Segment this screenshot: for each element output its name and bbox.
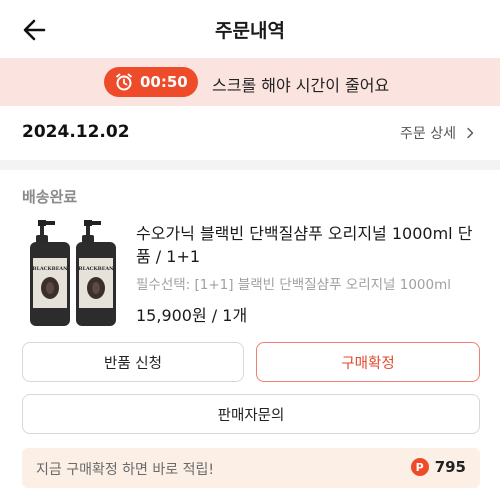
seller-inquiry-button[interactable]: 판매자문의 (22, 394, 480, 434)
return-request-button[interactable]: 반품 신청 (22, 342, 244, 382)
timer-message: 스크롤 해야 시간이 줄어요 (212, 76, 390, 95)
product-price: 15,900원 / 1개 (136, 306, 248, 325)
points-value: 795 (434, 458, 466, 476)
bottle-left: BLACKBEAN (30, 220, 70, 326)
page-title: 주문내역 (215, 20, 285, 42)
scroll-timer-banner: 00:50 스크롤 해야 시간이 줄어요 (0, 58, 500, 106)
reward-message: 지금 구매확정 하면 바로 적립! (36, 462, 214, 478)
product-option: 필수선택: [1+1] 블랙빈 단백질샴푸 오리지널 1000ml (136, 277, 452, 293)
order-date: 2024.12.02 (22, 122, 130, 142)
order-detail-link[interactable]: 주문 상세 (400, 123, 476, 143)
alarm-clock-icon (116, 73, 132, 91)
section-divider (0, 160, 500, 170)
order-detail-label: 주문 상세 (400, 126, 456, 142)
timer-value: 00:50 (140, 73, 188, 91)
reward-banner: 지금 구매확정 하면 바로 적립! P 795 (22, 448, 480, 488)
confirm-purchase-button[interactable]: 구매확정 (256, 342, 480, 382)
point-icon: P (410, 458, 429, 476)
svg-text:BLACKBEAN: BLACKBEAN (79, 266, 115, 272)
product-image[interactable]: BLACKBEAN BLACKBEAN (24, 218, 124, 328)
timer-pill: 00:50 (104, 67, 198, 97)
chevron-right-icon (467, 127, 474, 139)
product-name[interactable]: 수오가닉 블랙빈 단백질샴푸 오리지널 1000ml 단품 / 1+1 (136, 222, 480, 268)
bottle-right: BLACKBEAN (76, 220, 116, 326)
svg-text:BLACKBEAN: BLACKBEAN (33, 266, 69, 272)
header: 주문내역 (0, 0, 500, 58)
delivery-status: 배송완료 (22, 188, 78, 206)
reward-points: P 795 (410, 458, 466, 476)
order-header: 2024.12.02 주문 상세 (0, 106, 500, 160)
